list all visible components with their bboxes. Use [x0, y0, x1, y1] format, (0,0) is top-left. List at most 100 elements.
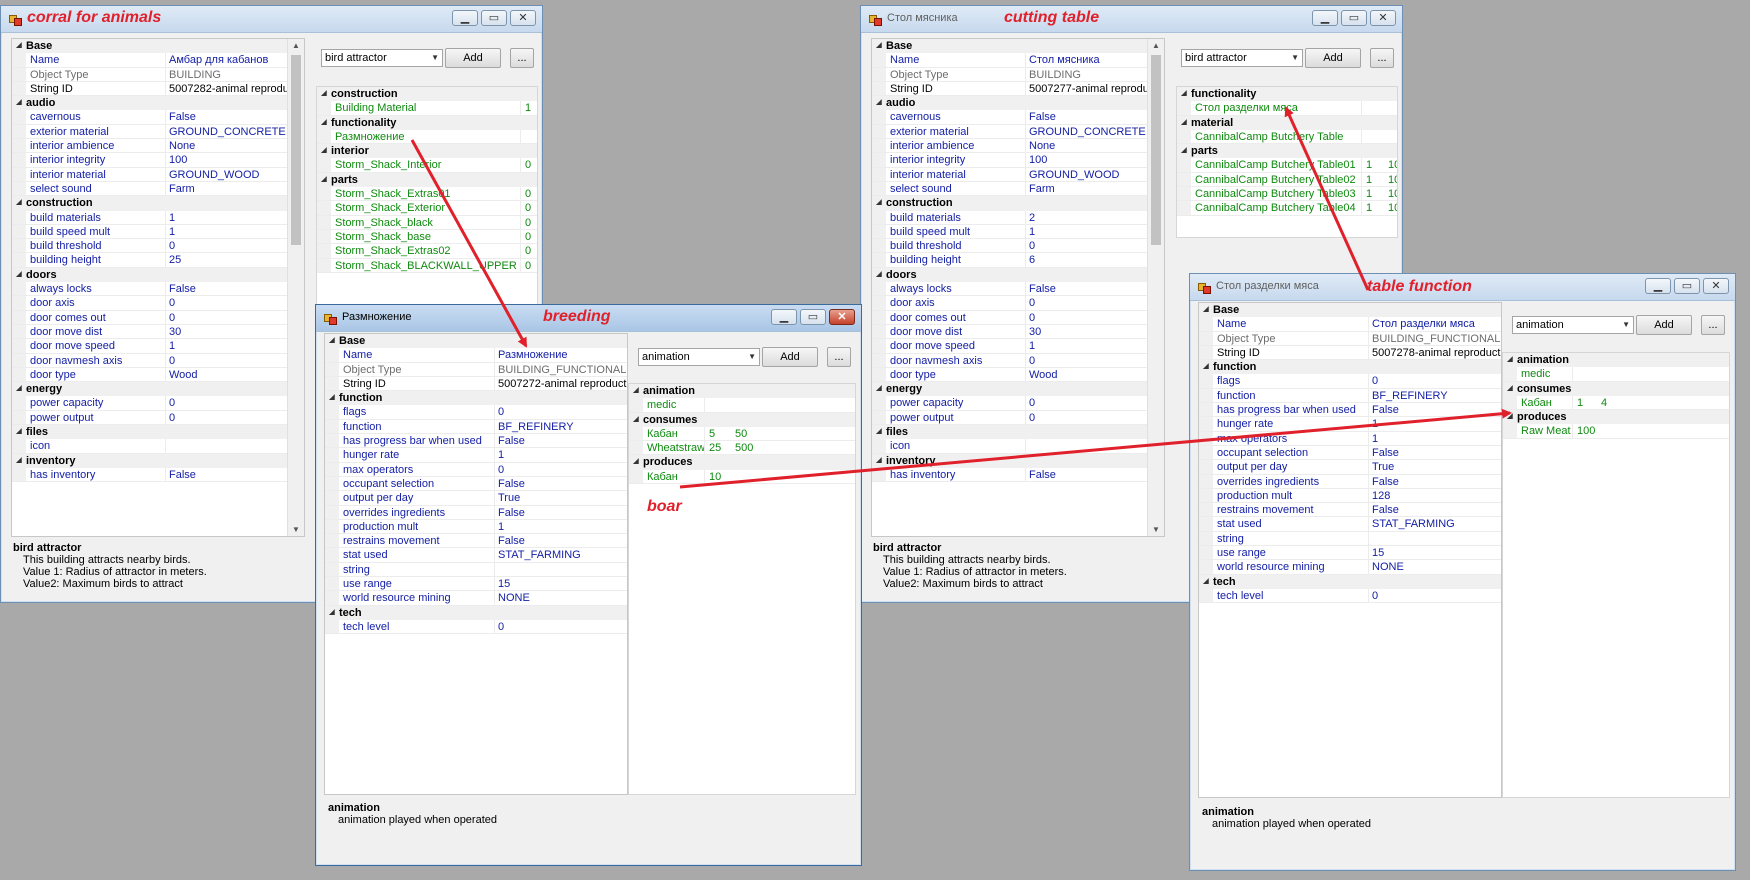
property-value[interactable]: 100: [166, 153, 288, 166]
property-row[interactable]: String ID5007277-animal reproduction: [872, 81, 1148, 97]
reference-value-1[interactable]: 1: [1362, 158, 1384, 171]
property-row[interactable]: door navmesh axis 0: [872, 353, 1148, 368]
property-row[interactable]: has progress bar when used False: [1199, 403, 1501, 418]
property-value[interactable]: Стол мясника: [1026, 53, 1148, 66]
property-value[interactable]: 0: [495, 405, 627, 418]
property-category[interactable]: ◢ energy: [872, 382, 1148, 397]
property-value[interactable]: [1369, 532, 1501, 545]
property-row[interactable]: exterior material GROUND_CONCRETE: [12, 124, 288, 140]
property-row[interactable]: power output 0: [12, 410, 288, 426]
minimize-button[interactable]: ▁: [452, 10, 478, 26]
reference-item[interactable]: Storm_Shack_BLACKWALL_UPPER 0: [317, 258, 537, 273]
references-list[interactable]: ◢ animation medic ◢ consumes Кабан 5 50 Wheatstr…: [628, 383, 856, 795]
property-value[interactable]: 6: [1026, 253, 1148, 266]
property-row[interactable]: door type Wood: [872, 367, 1148, 383]
reference-category[interactable]: ◢ interior: [317, 144, 537, 159]
property-row[interactable]: building height 6: [872, 253, 1148, 268]
property-row[interactable]: overrides ingredients False: [1199, 474, 1501, 489]
reference-type-dropdown[interactable]: bird attractor ▼: [1181, 49, 1303, 67]
collapse-icon[interactable]: ◢: [317, 116, 331, 130]
reference-value-2[interactable]: [1597, 367, 1729, 380]
collapse-icon[interactable]: ◢: [629, 384, 643, 398]
property-value[interactable]: False: [166, 282, 288, 295]
property-value[interactable]: 0: [1026, 354, 1148, 367]
minimize-button[interactable]: ▁: [771, 309, 797, 325]
property-row[interactable]: restrains movement False: [1199, 503, 1501, 518]
property-category[interactable]: ◢ function: [1199, 360, 1501, 375]
property-category[interactable]: ◢ doors: [12, 267, 288, 283]
property-category[interactable]: ◢ doors: [872, 267, 1148, 283]
close-button[interactable]: ✕: [510, 10, 536, 26]
property-row[interactable]: always locks False: [12, 282, 288, 297]
collapse-icon[interactable]: ◢: [872, 268, 886, 282]
property-value[interactable]: False: [1369, 475, 1501, 488]
property-row[interactable]: hunger rate 1: [325, 448, 627, 463]
property-grid[interactable]: ◢ Base Name Амбар для кабанов Object Type BUI…: [11, 38, 305, 537]
property-row[interactable]: icon: [12, 439, 288, 454]
property-category[interactable]: ◢ Base: [1199, 303, 1501, 318]
corral-titlebar[interactable]: corral for animals ▁ ▭ ✕: [1, 6, 542, 33]
collapse-icon[interactable]: ◢: [12, 454, 26, 468]
reference-item[interactable]: medic: [629, 398, 855, 413]
property-grid[interactable]: ◢ Base Name Стол разделки мяса Object Type BU…: [1198, 302, 1502, 798]
property-grid[interactable]: ◢ Base Name Размножение Object Type BUILDING_…: [324, 333, 628, 795]
property-row[interactable]: Object Type BUILDING: [872, 67, 1148, 82]
collapse-icon[interactable]: ◢: [872, 454, 886, 468]
property-row[interactable]: overrides ingredients False: [325, 505, 627, 520]
property-value[interactable]: 1: [1369, 432, 1501, 445]
collapse-icon[interactable]: ◢: [12, 39, 26, 53]
reference-category[interactable]: ◢ parts: [1177, 144, 1397, 159]
property-value[interactable]: 0: [495, 620, 627, 633]
reference-value-2[interactable]: 100: [1384, 187, 1397, 200]
reference-category[interactable]: ◢ produces: [629, 455, 855, 470]
property-row[interactable]: has inventory False: [12, 467, 288, 483]
property-row[interactable]: door move dist 30: [872, 324, 1148, 340]
property-value[interactable]: Амбар для кабанов: [166, 53, 288, 66]
property-row[interactable]: door move speed 1: [12, 339, 288, 354]
property-value[interactable]: 0: [166, 411, 288, 424]
collapse-icon[interactable]: ◢: [12, 268, 26, 282]
reference-value-1[interactable]: 0: [521, 259, 537, 272]
reference-item[interactable]: Storm_Shack_Exterior 0: [317, 201, 537, 216]
vertical-scrollbar[interactable]: ▲ ▼: [1147, 39, 1164, 536]
property-value[interactable]: 0: [166, 396, 288, 409]
collapse-icon[interactable]: ◢: [12, 382, 26, 396]
property-row[interactable]: build speed mult 1: [872, 224, 1148, 240]
reference-category[interactable]: ◢ consumes: [629, 412, 855, 427]
property-row[interactable]: build threshold 0: [12, 239, 288, 254]
property-value[interactable]: False: [166, 110, 288, 123]
property-value[interactable]: 30: [1026, 325, 1148, 338]
property-value[interactable]: False: [166, 468, 288, 481]
minimize-button[interactable]: ▁: [1312, 10, 1338, 26]
property-row[interactable]: door comes out 0: [12, 310, 288, 325]
reference-value-2[interactable]: 100: [1384, 158, 1397, 171]
reference-item[interactable]: CannibalCamp Butchery Table: [1177, 129, 1397, 145]
property-value[interactable]: 1: [1026, 225, 1148, 238]
property-row[interactable]: production mult 1: [325, 519, 627, 535]
reference-item[interactable]: Raw Meat 100: [1503, 424, 1729, 439]
property-category[interactable]: ◢ construction: [12, 196, 288, 211]
property-row[interactable]: flags 0: [1199, 374, 1501, 389]
property-row[interactable]: door axis 0: [872, 296, 1148, 311]
reference-value-1[interactable]: 1: [1362, 201, 1384, 214]
reference-item[interactable]: CannibalCamp Butchery Table011100: [1177, 158, 1397, 173]
property-row[interactable]: select sound Farm: [872, 181, 1148, 197]
reference-value-1[interactable]: 0: [521, 230, 537, 243]
reference-value-1[interactable]: 100: [1573, 424, 1597, 437]
property-value[interactable]: 30: [166, 325, 288, 338]
minimize-button[interactable]: ▁: [1645, 278, 1671, 294]
property-value[interactable]: GROUND_CONCRETE: [1026, 125, 1148, 138]
property-value[interactable]: Wood: [1026, 368, 1148, 381]
reference-item[interactable]: Storm_Shack_Interior 0: [317, 158, 537, 173]
reference-item[interactable]: CannibalCamp Butchery Table041100: [1177, 201, 1397, 216]
maximize-button[interactable]: ▭: [1341, 10, 1367, 26]
property-category[interactable]: ◢ files: [872, 425, 1148, 440]
property-grid[interactable]: ◢ Base Name Стол мясника Object Type BUILDING…: [871, 38, 1165, 537]
reference-category[interactable]: ◢ produces: [1503, 410, 1729, 425]
property-value[interactable]: BF_REFINERY: [1369, 389, 1501, 402]
reference-value-1[interactable]: 10: [705, 470, 731, 483]
reference-value-1[interactable]: 1: [1573, 396, 1597, 409]
reference-item[interactable]: Storm_Shack_base 0: [317, 229, 537, 245]
property-row[interactable]: occupant selection False: [1199, 445, 1501, 461]
references-list[interactable]: ◢ construction Building Material 1 ◢ function…: [316, 86, 538, 306]
